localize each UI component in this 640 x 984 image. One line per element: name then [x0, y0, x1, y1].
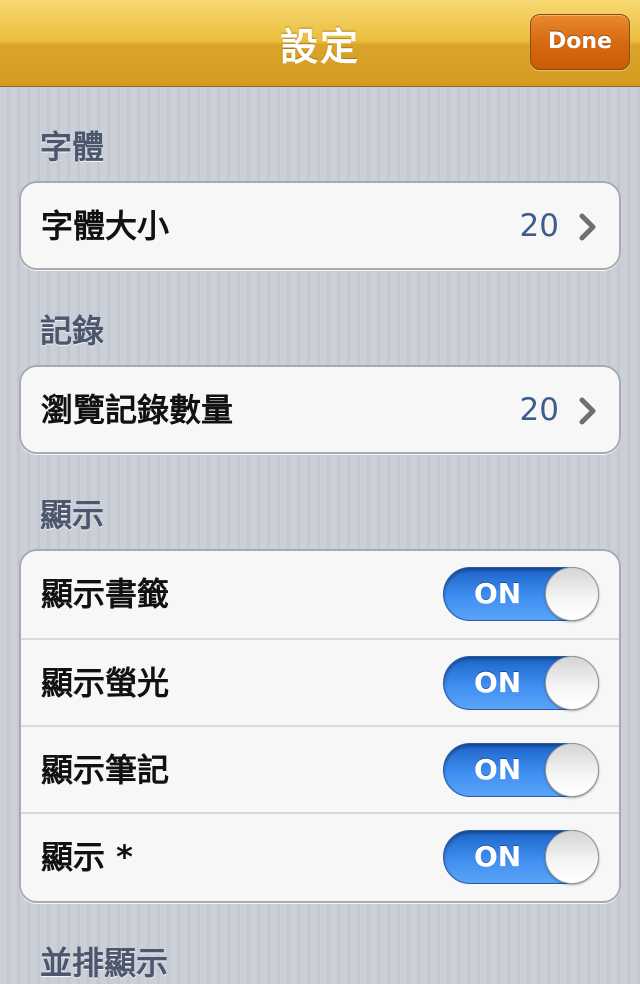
switch-on-label: ON — [474, 840, 522, 873]
show-star-row: 顯示 * ON — [21, 812, 619, 899]
show-bookmarks-switch[interactable]: ON — [443, 567, 599, 621]
done-button[interactable]: Done — [530, 14, 630, 70]
font-size-value: 20 — [519, 208, 559, 244]
show-notes-label: 顯示筆記 — [41, 751, 170, 789]
section-header-display: 顯示 — [40, 496, 105, 534]
show-highlights-switch[interactable]: ON — [443, 656, 599, 710]
history-count-label: 瀏覽記錄數量 — [41, 391, 234, 429]
switch-knob[interactable] — [545, 830, 599, 884]
switch-on-label: ON — [474, 577, 522, 610]
show-highlights-row: 顯示螢光 ON — [21, 638, 619, 725]
switch-knob[interactable] — [545, 656, 599, 710]
chevron-right-icon — [579, 397, 596, 425]
show-bookmarks-row: 顯示書籤 ON — [21, 551, 619, 638]
show-bookmarks-label: 顯示書籤 — [41, 575, 170, 613]
chevron-right-icon — [579, 213, 596, 241]
navigation-bar: 設定 Done — [0, 0, 640, 87]
switch-knob[interactable] — [545, 743, 599, 797]
history-settings-group: 瀏覽記錄數量 20 — [19, 365, 621, 454]
font-size-row[interactable]: 字體大小 20 — [21, 183, 619, 268]
history-count-value: 20 — [519, 392, 559, 428]
font-settings-group: 字體大小 20 — [19, 181, 621, 270]
switch-on-label: ON — [474, 753, 522, 786]
font-size-label: 字體大小 — [41, 207, 170, 245]
show-notes-row: 顯示筆記 ON — [21, 725, 619, 812]
section-header-font: 字體 — [40, 128, 105, 166]
section-header-history: 記錄 — [40, 312, 105, 350]
show-notes-switch[interactable]: ON — [443, 743, 599, 797]
history-count-row[interactable]: 瀏覽記錄數量 20 — [21, 367, 619, 452]
switch-on-label: ON — [474, 666, 522, 699]
show-highlights-label: 顯示螢光 — [41, 664, 170, 702]
show-star-label: 顯示 * — [41, 838, 133, 876]
section-header-side-by-side: 並排顯示 — [40, 944, 169, 982]
show-star-switch[interactable]: ON — [443, 830, 599, 884]
switch-knob[interactable] — [545, 567, 599, 621]
display-settings-group: 顯示書籤 ON 顯示螢光 ON 顯示筆記 ON 顯示 * ON — [19, 549, 621, 903]
